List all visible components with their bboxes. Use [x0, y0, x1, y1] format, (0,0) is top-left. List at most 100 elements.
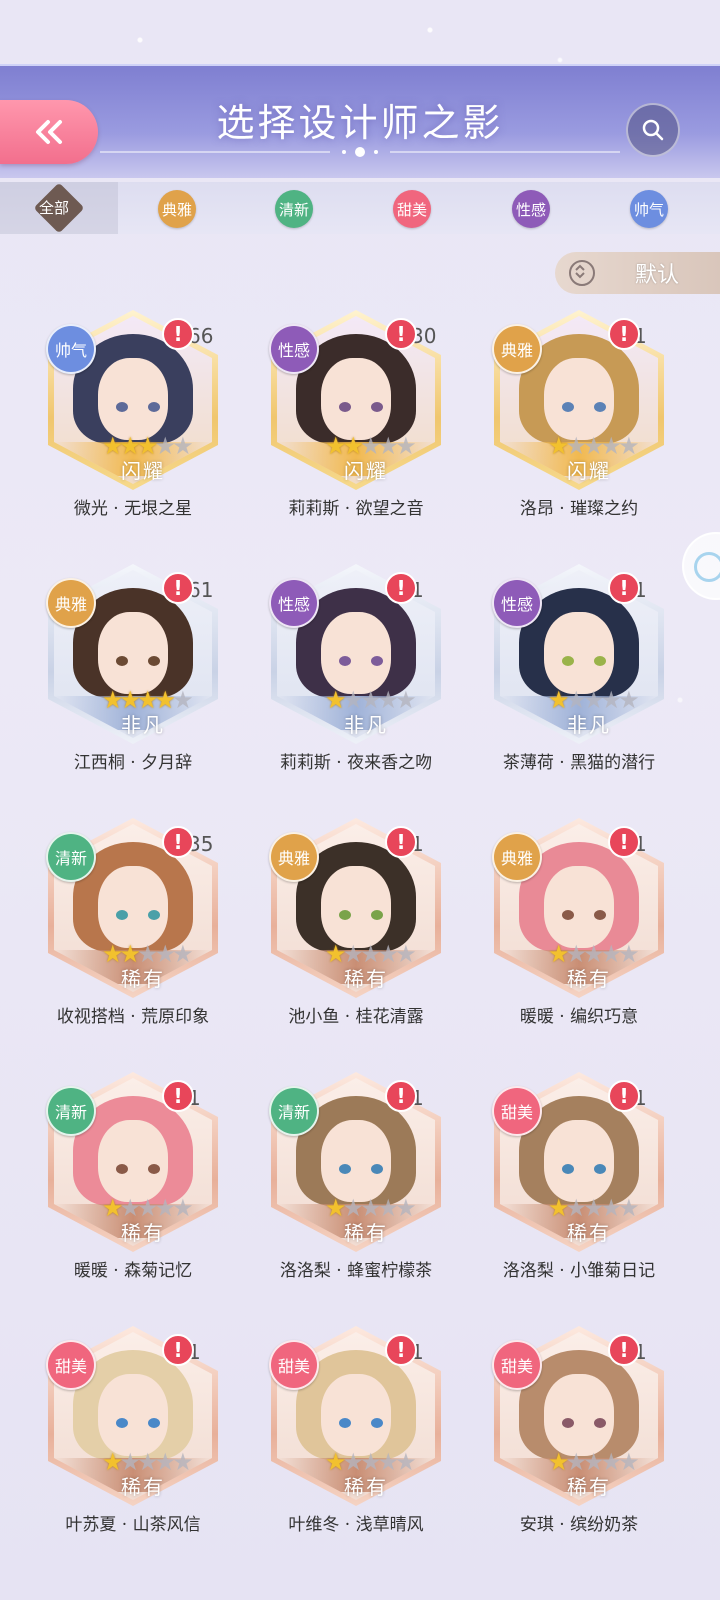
portrait-eye: [339, 1164, 351, 1174]
portrait-face: [98, 612, 168, 694]
alert-icon: !: [385, 318, 417, 350]
tab-cool[interactable]: 帅气: [630, 190, 668, 228]
portrait-face: [544, 1374, 614, 1456]
portrait-eye: [116, 656, 128, 666]
alert-icon: !: [608, 572, 640, 604]
category-tabs: 全部 典雅 清新 甜美 性感 帅气: [0, 182, 720, 234]
designer-card[interactable]: ★★★★★ 稀有 甜美 ! 1 叶维冬 · 浅草晴风: [261, 1326, 461, 1576]
rarity-label: 闪耀: [121, 459, 165, 483]
category-badge: 甜美: [492, 1086, 542, 1136]
portrait-eye: [371, 1164, 383, 1174]
designer-card[interactable]: ★★★★★ 闪耀 帅气 ! 66 微光 · 无垠之星: [38, 310, 238, 560]
portrait-eye: [148, 1164, 160, 1174]
rarity-label: 闪耀: [567, 459, 611, 483]
card-name: 池小鱼 · 桂花清露: [288, 1007, 424, 1027]
tab-label: 典雅: [161, 200, 192, 219]
sort-label: 默认: [635, 263, 680, 288]
designer-card[interactable]: ★★★★★ 稀有 典雅 ! 1 池小鱼 · 桂花清露: [261, 818, 461, 1068]
category-badge: 典雅: [46, 578, 96, 628]
rarity-label: 非凡: [567, 713, 611, 737]
designer-card[interactable]: ★★★★★ 稀有 清新 ! 1 暖暖 · 森菊记忆: [38, 1072, 238, 1322]
alert-icon: !: [608, 1080, 640, 1112]
card-name: 暖暖 · 森菊记忆: [73, 1261, 193, 1281]
card-name: 暖暖 · 编织巧意: [519, 1007, 639, 1027]
alert-icon: !: [162, 572, 194, 604]
side-icon: [694, 552, 720, 582]
designer-card[interactable]: ★★★★★ 非凡 性感 ! 1 莉莉斯 · 夜来香之吻: [261, 564, 461, 814]
portrait-eye: [116, 1164, 128, 1174]
designer-card[interactable]: ★★★★★ 稀有 清新 ! 1 洛洛梨 · 蜂蜜柠檬茶: [261, 1072, 461, 1322]
designer-card[interactable]: ★★★★★ 稀有 典雅 ! 1 暖暖 · 编织巧意: [484, 818, 684, 1068]
card-name: 茶薄荷 · 黑猫的潜行: [502, 753, 656, 773]
portrait-eye: [148, 402, 160, 412]
rarity-label: 稀有: [567, 967, 611, 991]
portrait-eye: [562, 1164, 574, 1174]
title-ornament: [100, 147, 620, 157]
page-title: 选择设计师之影: [216, 101, 504, 145]
alert-icon: !: [162, 318, 194, 350]
search-icon: [642, 119, 664, 141]
tab-label: 性感: [515, 200, 546, 219]
category-badge: 性感: [492, 578, 542, 628]
portrait-face: [544, 866, 614, 948]
card-name: 江西桐 · 夕月辞: [73, 753, 193, 773]
card-name: 洛洛梨 · 蜂蜜柠檬茶: [279, 1261, 433, 1281]
portrait-face: [321, 1120, 391, 1202]
rarity-label: 稀有: [567, 1475, 611, 1499]
portrait-eye: [594, 1418, 606, 1428]
portrait-eye: [594, 656, 606, 666]
designer-card[interactable]: ★★★★★ 非凡 性感 ! 1 茶薄荷 · 黑猫的潜行: [484, 564, 684, 814]
tab-fresh[interactable]: 清新: [275, 190, 313, 228]
card-name: 微光 · 无垠之星: [73, 499, 193, 519]
tab-label: 帅气: [633, 200, 664, 219]
portrait-face: [98, 1120, 168, 1202]
category-badge: 性感: [269, 324, 319, 374]
portrait-face: [321, 358, 391, 440]
tab-elegant[interactable]: 典雅: [158, 190, 196, 228]
portrait-eye: [148, 656, 160, 666]
card-name: 收视搭档 · 荒原印象: [56, 1007, 210, 1027]
category-badge: 清新: [269, 1086, 319, 1136]
designer-card[interactable]: ★★★★★ 闪耀 性感 ! 30 莉莉斯 · 欲望之音: [261, 310, 461, 560]
portrait-eye: [562, 656, 574, 666]
category-badge: 性感: [269, 578, 319, 628]
designer-card[interactable]: ★★★★★ 稀有 甜美 ! 1 叶苏夏 · 山茶风信: [38, 1326, 238, 1576]
designer-card[interactable]: ★★★★★ 闪耀 典雅 ! 1 洛昂 · 璀璨之约: [484, 310, 684, 560]
alert-icon: !: [162, 1080, 194, 1112]
tab-all[interactable]: 全部: [0, 182, 118, 234]
alert-icon: !: [385, 1080, 417, 1112]
side-floating-button[interactable]: [682, 532, 720, 600]
designer-card[interactable]: ★★★★★ 稀有 甜美 ! 1 洛洛梨 · 小雏菊日记: [484, 1072, 684, 1322]
portrait-eye: [371, 1418, 383, 1428]
designer-card[interactable]: ★★★★★ 稀有 甜美 ! 1 安琪 · 缤纷奶茶: [484, 1326, 684, 1576]
alert-icon: !: [162, 1334, 194, 1366]
sort-button[interactable]: 默认: [555, 252, 720, 294]
tab-label: 清新: [278, 200, 309, 219]
designer-card[interactable]: ★★★★★ 非凡 典雅 ! 61 江西桐 · 夕月辞: [38, 564, 238, 814]
portrait-eye: [371, 402, 383, 412]
card-name: 叶维冬 · 浅草晴风: [288, 1515, 424, 1535]
rarity-label: 稀有: [121, 967, 165, 991]
tab-sexy[interactable]: 性感: [512, 190, 550, 228]
alert-icon: !: [162, 826, 194, 858]
card-name: 叶苏夏 · 山茶风信: [65, 1515, 201, 1535]
category-badge: 清新: [46, 1086, 96, 1136]
portrait-face: [98, 358, 168, 440]
search-button[interactable]: [626, 103, 680, 157]
alert-icon: !: [608, 826, 640, 858]
sort-arrows-icon: [569, 260, 595, 286]
portrait-eye: [116, 910, 128, 920]
alert-icon: !: [385, 826, 417, 858]
portrait-face: [321, 866, 391, 948]
rarity-label: 稀有: [344, 1221, 388, 1245]
portrait-face: [98, 1374, 168, 1456]
card-name: 洛昂 · 璀璨之约: [519, 499, 639, 519]
portrait-eye: [116, 402, 128, 412]
designer-card[interactable]: ★★★★★ 稀有 清新 ! 35 收视搭档 · 荒原印象: [38, 818, 238, 1068]
alert-icon: !: [608, 1334, 640, 1366]
tab-sweet[interactable]: 甜美: [393, 190, 431, 228]
portrait-eye: [562, 1418, 574, 1428]
portrait-eye: [594, 1164, 606, 1174]
card-name: 莉莉斯 · 夜来香之吻: [279, 753, 433, 773]
portrait-eye: [562, 402, 574, 412]
